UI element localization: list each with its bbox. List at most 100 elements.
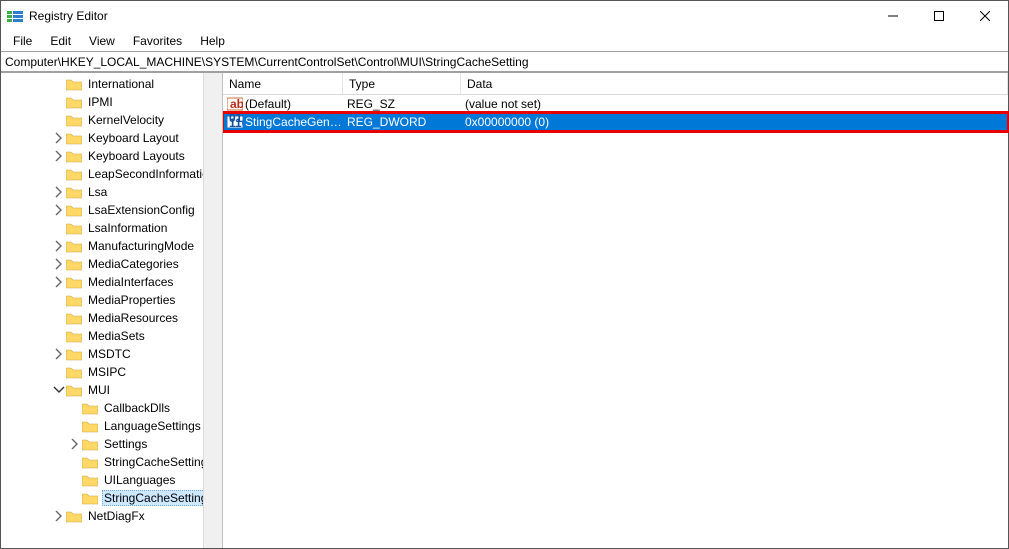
menu-view[interactable]: View xyxy=(81,32,123,50)
minimize-button[interactable] xyxy=(870,1,916,31)
tree-item[interactable]: KernelVelocity xyxy=(1,111,222,129)
tree-item-label: MediaInterfaces xyxy=(86,275,175,289)
registry-tree: International IPMI KernelVelocity Keyboard … xyxy=(1,73,222,525)
column-header-name[interactable]: Name xyxy=(223,73,343,94)
folder-icon xyxy=(66,167,82,181)
tree-item[interactable]: LeapSecondInformation xyxy=(1,165,222,183)
tree-item[interactable]: CallbackDlls xyxy=(1,399,222,417)
tree-item-label: IPMI xyxy=(86,95,115,109)
tree-item[interactable]: NetDiagFx xyxy=(1,507,222,525)
value-name: (Default) xyxy=(245,97,291,111)
list-row[interactable]: StingCacheGene...REG_DWORD0x00000000 (0) xyxy=(223,113,1008,131)
chevron-right-icon[interactable] xyxy=(53,276,65,288)
chevron-down-icon[interactable] xyxy=(53,384,65,396)
tree-item-label: MediaCategories xyxy=(86,257,181,271)
maximize-button[interactable] xyxy=(916,1,962,31)
tree-item[interactable]: UILanguages xyxy=(1,471,222,489)
tree-item[interactable]: StringCacheSetting xyxy=(1,489,222,507)
tree-item[interactable]: Keyboard Layouts xyxy=(1,147,222,165)
tree-item[interactable]: ManufacturingMode xyxy=(1,237,222,255)
tree-item[interactable]: MediaCategories xyxy=(1,255,222,273)
folder-icon xyxy=(66,365,82,379)
tree-pane[interactable]: International IPMI KernelVelocity Keyboard … xyxy=(1,73,223,548)
value-data: 0x00000000 (0) xyxy=(461,115,1008,129)
dword-value-icon xyxy=(227,114,243,130)
tree-item-label: Keyboard Layouts xyxy=(86,149,187,163)
chevron-right-icon[interactable] xyxy=(69,438,81,450)
tree-item[interactable]: LanguageSettings xyxy=(1,417,222,435)
tree-item-label: MSDTC xyxy=(86,347,133,361)
tree-item[interactable]: Keyboard Layout xyxy=(1,129,222,147)
chevron-right-icon[interactable] xyxy=(53,510,65,522)
tree-item[interactable]: MSIPC xyxy=(1,363,222,381)
tree-item-label: KernelVelocity xyxy=(86,113,166,127)
menubar: File Edit View Favorites Help xyxy=(1,31,1008,51)
registry-editor-window: Registry Editor File Edit View Favorites… xyxy=(0,0,1009,549)
column-header-type[interactable]: Type xyxy=(343,73,461,94)
tree-item[interactable]: LsaInformation xyxy=(1,219,222,237)
folder-icon xyxy=(66,257,82,271)
tree-item[interactable]: MediaInterfaces xyxy=(1,273,222,291)
folder-icon xyxy=(66,113,82,127)
folder-icon xyxy=(82,419,98,433)
tree-item-label: LanguageSettings xyxy=(102,419,203,433)
chevron-right-icon[interactable] xyxy=(53,348,65,360)
menu-file[interactable]: File xyxy=(5,32,40,50)
tree-item-label: StringCacheSettings xyxy=(102,455,215,469)
tree-item-label: MediaResources xyxy=(86,311,180,325)
registry-editor-icon xyxy=(7,8,23,24)
column-header-data[interactable]: Data xyxy=(461,73,1008,94)
address-path: Computer\HKEY_LOCAL_MACHINE\SYSTEM\Curre… xyxy=(5,55,529,69)
folder-icon xyxy=(82,455,98,469)
tree-item[interactable]: MUI xyxy=(1,381,222,399)
folder-icon xyxy=(66,329,82,343)
chevron-right-icon[interactable] xyxy=(53,258,65,270)
folder-icon xyxy=(66,95,82,109)
tree-item[interactable]: LsaExtensionConfig xyxy=(1,201,222,219)
chevron-right-icon[interactable] xyxy=(53,186,65,198)
menu-help[interactable]: Help xyxy=(192,32,233,50)
chevron-right-icon[interactable] xyxy=(53,240,65,252)
tree-item-label: CallbackDlls xyxy=(102,401,172,415)
list-body[interactable]: (Default)REG_SZ(value not set)StingCache… xyxy=(223,95,1008,548)
tree-item-label: ManufacturingMode xyxy=(86,239,196,253)
value-name: StingCacheGene... xyxy=(245,115,343,129)
menu-edit[interactable]: Edit xyxy=(42,32,79,50)
tree-item[interactable]: Lsa xyxy=(1,183,222,201)
tree-item[interactable]: IPMI xyxy=(1,93,222,111)
menu-favorites[interactable]: Favorites xyxy=(125,32,190,50)
tree-item-label: LsaExtensionConfig xyxy=(86,203,197,217)
value-type: REG_DWORD xyxy=(343,115,461,129)
chevron-right-icon[interactable] xyxy=(53,150,65,162)
close-button[interactable] xyxy=(962,1,1008,31)
string-value-icon xyxy=(227,96,243,112)
tree-item-label: UILanguages xyxy=(102,473,177,487)
address-bar[interactable]: Computer\HKEY_LOCAL_MACHINE\SYSTEM\Curre… xyxy=(1,51,1008,73)
main-split: International IPMI KernelVelocity Keyboard … xyxy=(1,73,1008,548)
folder-icon xyxy=(66,293,82,307)
folder-icon xyxy=(66,383,82,397)
folder-icon xyxy=(66,185,82,199)
list-row[interactable]: (Default)REG_SZ(value not set) xyxy=(223,95,1008,113)
tree-item[interactable]: International xyxy=(1,75,222,93)
window-controls xyxy=(870,1,1008,31)
tree-item-label: Keyboard Layout xyxy=(86,131,181,145)
tree-item[interactable]: StringCacheSettings xyxy=(1,453,222,471)
chevron-right-icon[interactable] xyxy=(53,132,65,144)
folder-icon xyxy=(66,347,82,361)
tree-item[interactable]: MediaProperties xyxy=(1,291,222,309)
tree-item-label: MUI xyxy=(86,383,112,397)
folder-icon xyxy=(82,473,98,487)
tree-item[interactable]: Settings xyxy=(1,435,222,453)
tree-item-label: StringCacheSetting xyxy=(102,490,209,506)
list-header: Name Type Data xyxy=(223,73,1008,95)
tree-item-label: Lsa xyxy=(86,185,109,199)
tree-item[interactable]: MediaSets xyxy=(1,327,222,345)
chevron-right-icon[interactable] xyxy=(53,204,65,216)
tree-item[interactable]: MSDTC xyxy=(1,345,222,363)
folder-icon xyxy=(66,239,82,253)
folder-icon xyxy=(66,509,82,523)
tree-item[interactable]: MediaResources xyxy=(1,309,222,327)
folder-icon xyxy=(66,131,82,145)
list-pane: Name Type Data (Default)REG_SZ(value not… xyxy=(223,73,1008,548)
